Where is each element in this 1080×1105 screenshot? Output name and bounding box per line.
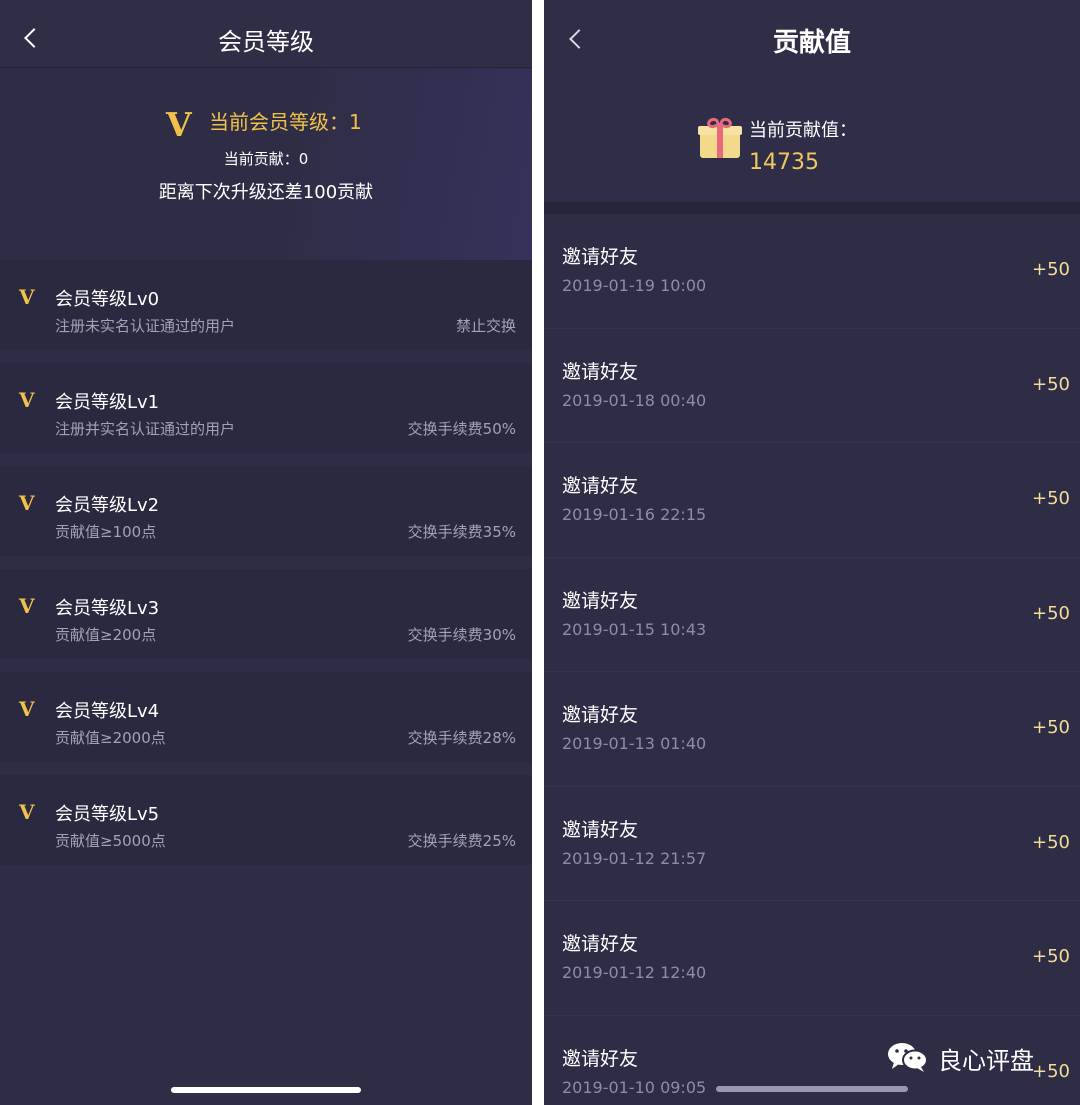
contribution-summary-header: 当前贡献值： 14735 [544, 82, 1080, 202]
nav-bar: 会员等级 [0, 0, 532, 68]
v-icon: V [19, 285, 35, 309]
level-name: 会员等级Lv1 [55, 392, 160, 413]
record-time: 2019-01-16 22:15 [562, 505, 707, 524]
level-list: V 会员等级Lv0 注册未实名认证通过的用户 禁止交换 V 会员等级Lv1 注册… [0, 260, 532, 878]
record-points: +50 [1032, 946, 1070, 967]
level-row-lv1[interactable]: V 会员等级Lv1 注册并实名认证通过的用户 交换手续费50% [0, 363, 532, 453]
level-name: 会员等级Lv3 [55, 598, 160, 619]
list-item[interactable]: 邀请好友 2019-01-12 12:40 +50 [544, 901, 1080, 1016]
record-time: 2019-01-15 10:43 [562, 619, 707, 639]
record-title: 邀请好友 [562, 589, 639, 612]
level-row-lv3[interactable]: V 会员等级Lv3 贡献值≥200点 交换手续费30% [0, 569, 532, 659]
v-icon: V [19, 388, 35, 412]
level-description: 贡献值≥100点 [55, 523, 157, 541]
divider [544, 202, 1080, 214]
list-item[interactable]: 邀请好友 2019-01-19 10:00 +50 [544, 214, 1080, 329]
current-contribution: 当前贡献：0 [223, 150, 309, 168]
record-time: 2019-01-10 09:05 [562, 1077, 707, 1097]
level-name: 会员等级Lv4 [55, 701, 160, 722]
home-indicator[interactable] [171, 1087, 361, 1093]
record-title: 邀请好友 [562, 360, 639, 383]
level-description: 注册并实名认证通过的用户 [55, 420, 236, 438]
watermark-text: 良心评盘 [938, 1047, 1034, 1075]
record-time: 2019-01-18 00:40 [562, 390, 707, 410]
record-title: 邀请好友 [562, 1047, 639, 1070]
level-summary-header: V 当前会员等级：1 当前贡献：0 距离下次升级还差100贡献 [0, 69, 532, 260]
record-points: +50 [1032, 488, 1070, 509]
record-time: 2019-01-12 12:40 [562, 963, 707, 982]
level-row-lv4[interactable]: V 会员等级Lv4 贡献值≥2000点 交换手续费28% [0, 672, 532, 762]
record-points: +50 [1032, 831, 1070, 853]
list-item[interactable]: 邀请好友 2019-01-16 22:15 +50 [544, 443, 1080, 558]
level-fee: 交换手续费50% [407, 420, 516, 438]
list-item[interactable]: 邀请好友 2019-01-13 01:40 +50 [544, 672, 1080, 787]
contribution-record-list: 邀请好友 2019-01-19 10:00 +50 邀请好友 2019-01-1… [544, 214, 1080, 1105]
level-name: 会员等级Lv0 [55, 289, 160, 310]
level-description: 注册未实名认证通过的用户 [55, 317, 236, 335]
level-row-lv0[interactable]: V 会员等级Lv0 注册未实名认证通过的用户 禁止交换 [0, 260, 532, 350]
nav-bar: 贡献值 [544, 0, 1080, 82]
contribution-label: 当前贡献值： [749, 120, 857, 141]
v-icon: V [19, 800, 35, 824]
level-fee: 交换手续费25% [407, 832, 516, 850]
current-level-label: 当前会员等级：1 [209, 110, 362, 134]
home-indicator[interactable] [716, 1086, 908, 1092]
record-title: 邀请好友 [562, 475, 639, 497]
v-icon: V [166, 105, 192, 144]
record-time: 2019-01-13 01:40 [562, 734, 707, 753]
record-time: 2019-01-12 21:57 [562, 848, 707, 868]
list-item[interactable]: 邀请好友 2019-01-18 00:40 +50 [544, 329, 1080, 443]
level-fee: 交换手续费35% [407, 523, 516, 541]
level-description: 贡献值≥200点 [55, 626, 157, 644]
level-name: 会员等级Lv5 [55, 804, 160, 825]
level-description: 贡献值≥5000点 [55, 832, 166, 850]
v-icon: V [19, 697, 35, 721]
level-description: 贡献值≥2000点 [55, 729, 166, 747]
v-icon: V [19, 594, 35, 618]
v-icon: V [19, 491, 35, 515]
level-fee: 交换手续费30% [407, 626, 516, 644]
contribution-value: 14735 [749, 150, 819, 175]
wechat-icon [888, 1043, 928, 1072]
record-title: 邀请好友 [562, 818, 639, 841]
watermark: 良心评盘 [886, 1037, 1056, 1077]
record-title: 邀请好友 [562, 933, 639, 955]
page-title: 会员等级 [218, 28, 314, 56]
contribution-screen: 贡献值 当前贡献值： 14735 邀请好友 2019-01-19 10:00 +… [544, 0, 1080, 1105]
record-points: +50 [1032, 373, 1070, 395]
level-fee: 交换手续费28% [407, 729, 516, 747]
record-title: 邀请好友 [562, 246, 639, 268]
level-fee: 禁止交换 [455, 317, 516, 335]
level-row-lv5[interactable]: V 会员等级Lv5 贡献值≥5000点 交换手续费25% [0, 775, 532, 865]
record-points: +50 [1032, 259, 1070, 280]
record-points: +50 [1032, 717, 1070, 738]
level-row-lv2[interactable]: V 会员等级Lv2 贡献值≥100点 交换手续费35% [0, 466, 532, 556]
record-points: +50 [1032, 602, 1070, 624]
record-time: 2019-01-19 10:00 [562, 276, 707, 295]
record-title: 邀请好友 [562, 704, 639, 726]
level-name: 会员等级Lv2 [55, 495, 160, 516]
page-title: 贡献值 [772, 28, 851, 58]
gift-icon [698, 116, 742, 158]
list-item[interactable]: 邀请好友 2019-01-15 10:43 +50 [544, 558, 1080, 672]
list-item[interactable]: 邀请好友 2019-01-12 21:57 +50 [544, 787, 1080, 901]
member-level-screen: 会员等级 V 当前会员等级：1 当前贡献：0 距离下次升级还差100贡献 V 会… [0, 0, 532, 1105]
next-level-text: 距离下次升级还差100贡献 [158, 182, 374, 203]
